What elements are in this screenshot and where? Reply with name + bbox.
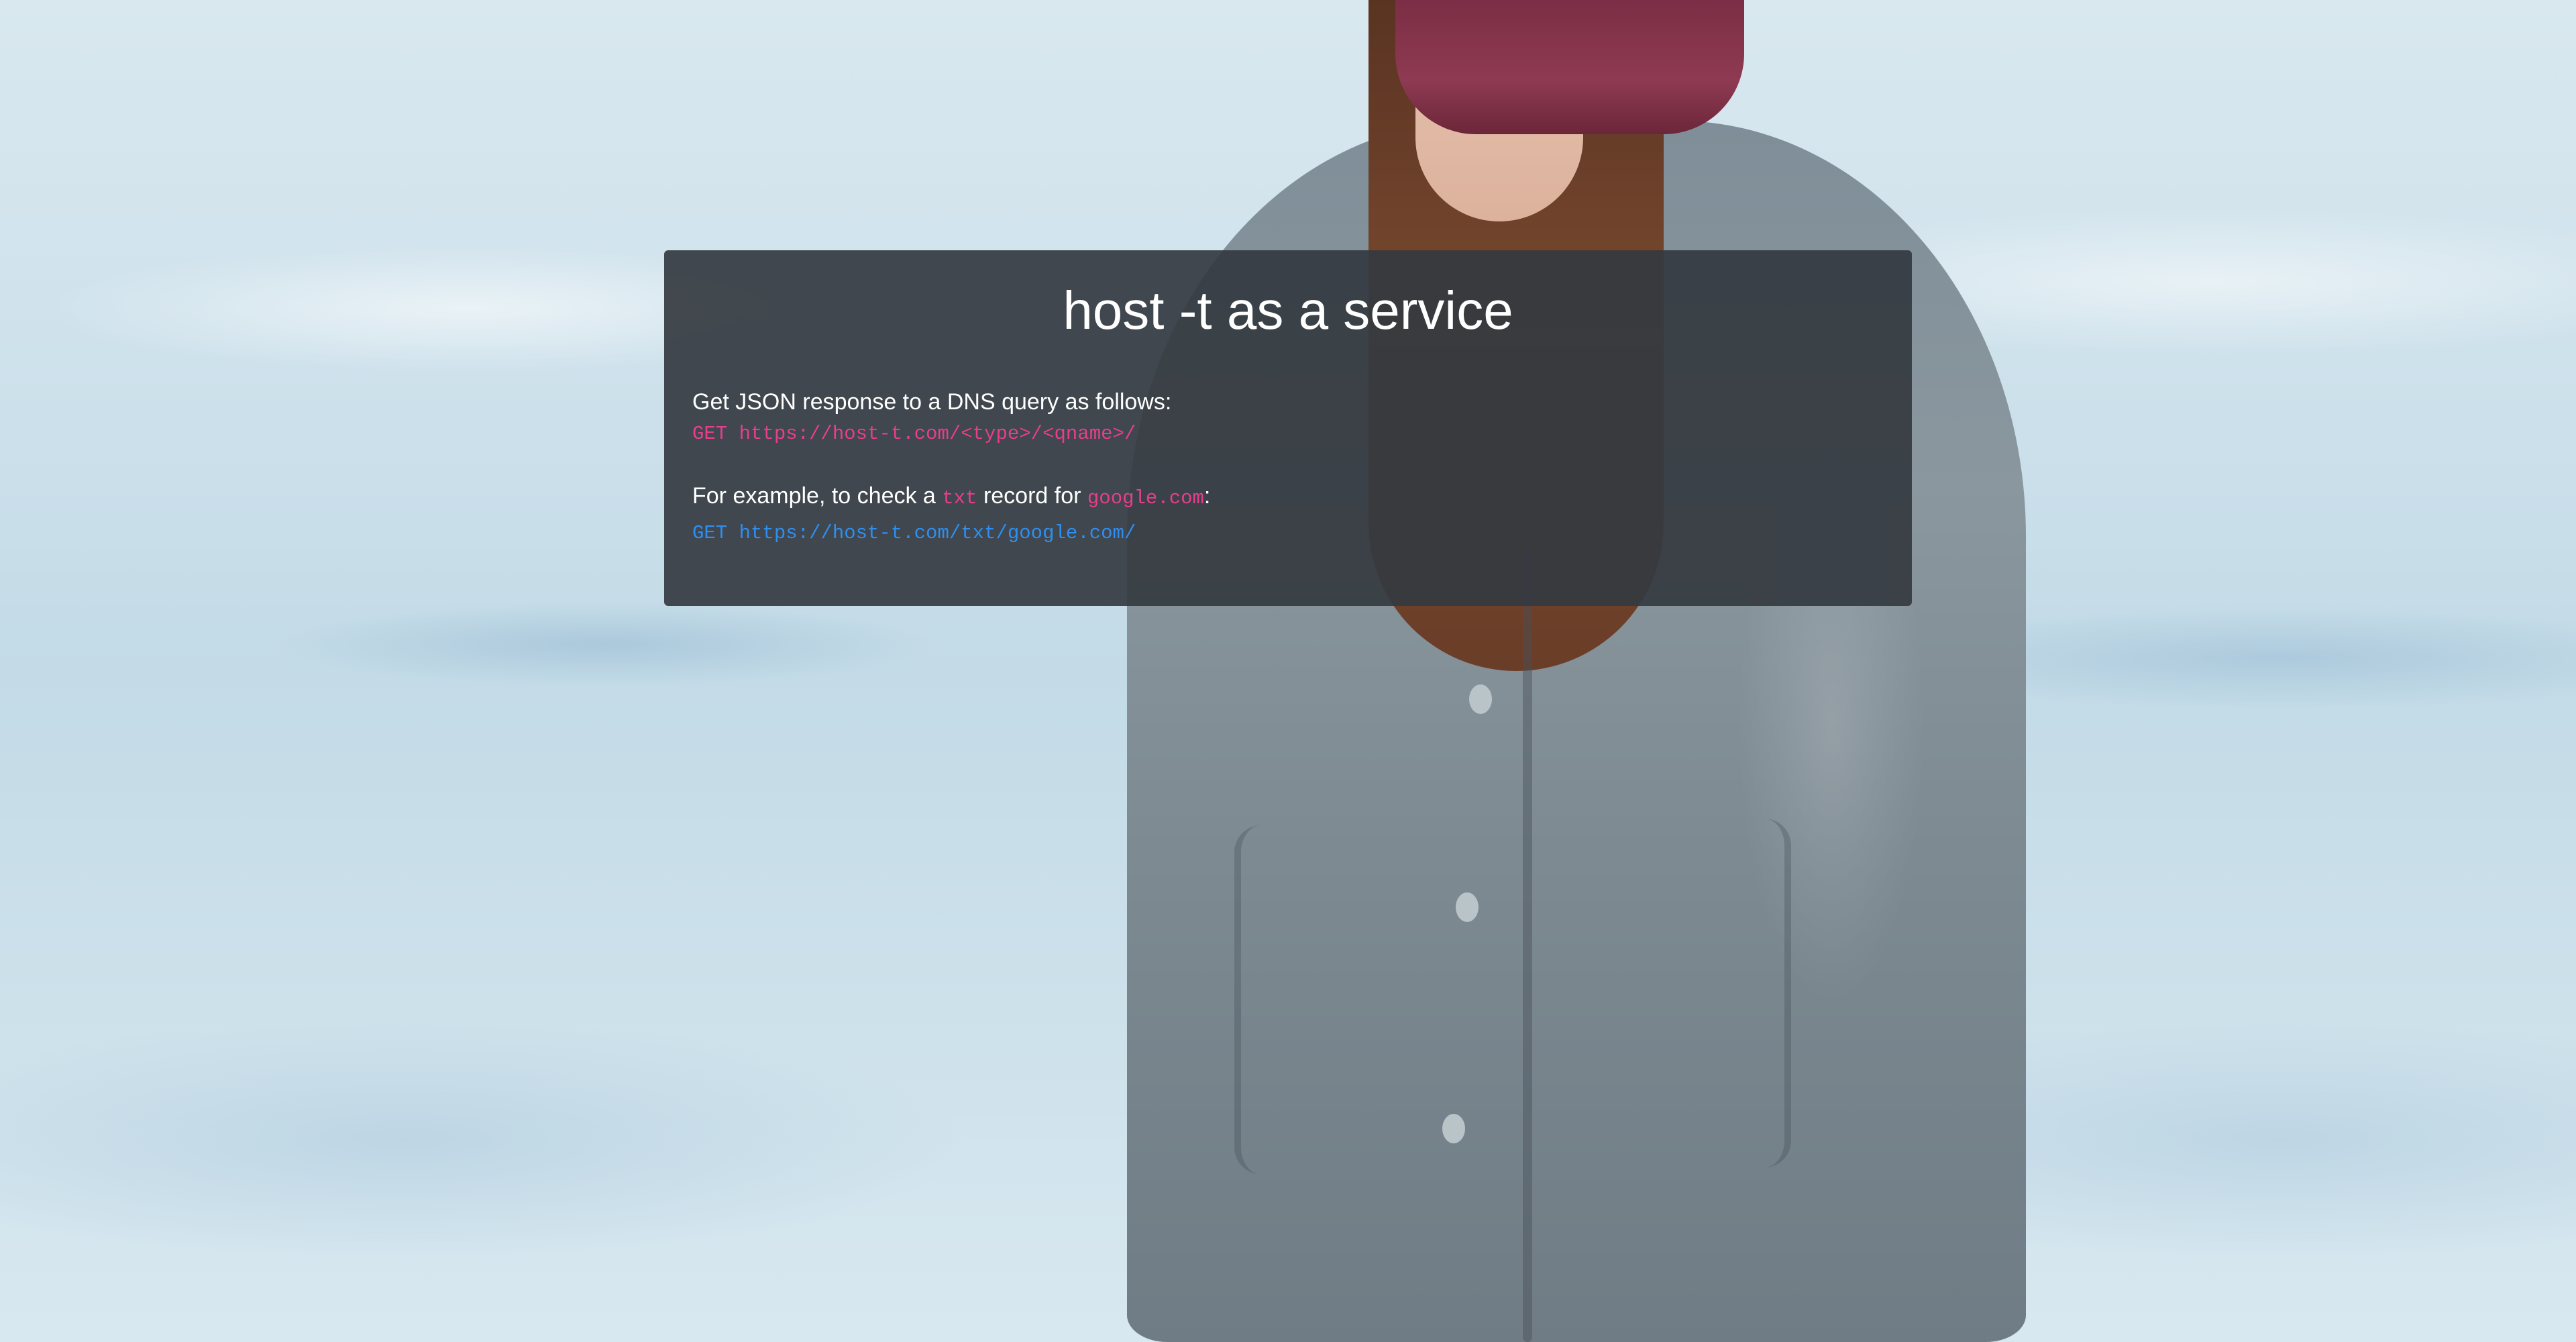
example-domain-code: google.com [1087,487,1204,509]
intro-paragraph: Get JSON response to a DNS query as foll… [692,386,1884,450]
coat-pocket-right [1664,819,1791,1168]
coat-button [1456,892,1479,922]
page-title: host -t as a service [1063,280,1513,340]
example-suffix-text: : [1203,483,1211,509]
hat-shape [1395,0,1744,134]
coat-pocket-left [1234,825,1348,1174]
coat-button [1442,1114,1465,1143]
intro-text: Get JSON response to a DNS query as foll… [692,389,1172,415]
info-panel: host -t as a service Get JSON response t… [664,250,1912,606]
example-link[interactable]: GET https://host-t.com/txt/google.com/ [692,517,1136,550]
example-paragraph: For example, to check a txt record for g… [692,480,1884,550]
example-prefix-text: For example, to check a [692,483,943,509]
example-type-code: txt [942,487,977,509]
example-middle-text: record for [977,483,1087,509]
usage-code: GET https://host-t.com/<type>/<qname>/ [692,423,1136,445]
coat-seam [1523,550,1532,1342]
coat-button [1469,684,1492,714]
